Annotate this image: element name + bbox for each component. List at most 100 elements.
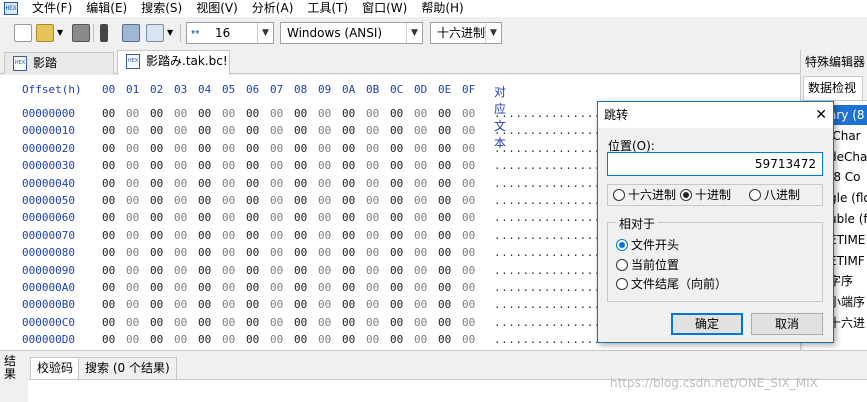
hex-byte[interactable]: 00 [414,159,427,172]
hex-byte[interactable]: 00 [270,159,283,172]
tab-file-2[interactable]: HEX 影踏み.tak.bc! [117,50,230,75]
hex-byte[interactable]: 00 [294,124,307,137]
hex-byte[interactable]: 00 [198,107,211,120]
hex-byte[interactable]: 00 [294,177,307,190]
hex-byte[interactable]: 00 [390,107,403,120]
hex-byte[interactable]: 00 [366,142,379,155]
hex-byte[interactable]: 00 [366,333,379,346]
hex-byte[interactable]: 00 [126,211,139,224]
hex-byte[interactable]: 00 [390,298,403,311]
hex-byte[interactable]: 00 [246,107,259,120]
hex-byte[interactable]: 00 [246,316,259,329]
hex-byte[interactable]: 00 [414,142,427,155]
hex-byte[interactable]: 00 [462,124,475,137]
hex-byte[interactable]: 00 [126,229,139,242]
hex-byte[interactable]: 00 [390,333,403,346]
hex-byte[interactable]: 00 [414,333,427,346]
hex-byte[interactable]: 00 [414,264,427,277]
hex-byte[interactable]: 00 [462,333,475,346]
hex-byte[interactable]: 00 [342,298,355,311]
hex-byte[interactable]: 00 [198,159,211,172]
hex-byte[interactable]: 00 [438,177,451,190]
hex-byte[interactable]: 00 [438,264,451,277]
hex-byte[interactable]: 00 [342,246,355,259]
hex-byte[interactable]: 00 [462,177,475,190]
hex-byte[interactable]: 00 [318,246,331,259]
hex-byte[interactable]: 00 [102,246,115,259]
hex-byte[interactable]: 00 [366,264,379,277]
hex-byte[interactable]: 00 [414,124,427,137]
hex-byte[interactable]: 00 [366,211,379,224]
radio-file-start[interactable]: 文件开头 [616,237,679,253]
inspector-item[interactable]: uble (f [829,209,867,229]
hex-byte[interactable]: 00 [438,298,451,311]
hex-byte[interactable]: 00 [246,333,259,346]
hex-byte[interactable]: 00 [438,333,451,346]
hex-byte[interactable]: 00 [366,107,379,120]
hex-byte[interactable]: 00 [222,264,235,277]
hex-byte[interactable]: 00 [438,142,451,155]
hex-byte[interactable]: 00 [270,194,283,207]
hex-byte[interactable]: 00 [246,281,259,294]
hex-byte[interactable]: 00 [102,281,115,294]
number-base-combo[interactable]: 十六进制 ▼ [430,22,502,44]
hex-byte[interactable]: 00 [150,211,163,224]
hex-byte[interactable]: 00 [198,124,211,137]
hex-byte[interactable]: 00 [294,333,307,346]
hex-byte[interactable]: 00 [342,264,355,277]
hex-byte[interactable]: 00 [126,298,139,311]
menu-file[interactable]: 文件(F) [24,1,78,16]
menu-help[interactable]: 帮助(H) [413,1,469,16]
hex-byte[interactable]: 00 [174,246,187,259]
hex-byte[interactable]: 00 [126,107,139,120]
hex-byte[interactable]: 00 [246,194,259,207]
row-text[interactable]: ................ [494,211,608,224]
inspector-item[interactable]: 小端序 [829,292,865,312]
hex-byte[interactable]: 00 [366,281,379,294]
row-text[interactable]: ................ [494,194,608,207]
hex-byte[interactable]: 00 [174,264,187,277]
hex-byte[interactable]: 00 [150,177,163,190]
hex-byte[interactable]: 00 [126,281,139,294]
row-text[interactable]: ................ [494,124,608,137]
open-folder-icon[interactable] [36,24,54,42]
tab-checksum[interactable]: 校验码 [30,357,81,379]
hex-byte[interactable]: 00 [462,316,475,329]
hex-byte[interactable]: 00 [102,177,115,190]
hex-byte[interactable]: 00 [246,177,259,190]
hex-byte[interactable]: 00 [318,177,331,190]
hex-byte[interactable]: 00 [198,281,211,294]
hex-byte[interactable]: 00 [390,316,403,329]
menu-search[interactable]: 搜索(S) [133,1,188,16]
hex-byte[interactable]: 00 [318,124,331,137]
hex-byte[interactable]: 00 [318,264,331,277]
hex-byte[interactable]: 00 [102,316,115,329]
hex-byte[interactable]: 00 [126,333,139,346]
hex-byte[interactable]: 00 [198,333,211,346]
hex-byte[interactable]: 00 [270,211,283,224]
hex-byte[interactable]: 00 [342,177,355,190]
hex-byte[interactable]: 00 [126,246,139,259]
hex-byte[interactable]: 00 [390,246,403,259]
hex-byte[interactable]: 00 [102,194,115,207]
hex-byte[interactable]: 00 [438,211,451,224]
hex-byte[interactable]: 00 [294,316,307,329]
hex-byte[interactable]: 00 [222,229,235,242]
hex-byte[interactable]: 00 [126,316,139,329]
hex-byte[interactable]: 00 [198,142,211,155]
hex-byte[interactable]: 00 [102,264,115,277]
hex-byte[interactable]: 00 [462,159,475,172]
inspector-item[interactable]: ETIME [829,230,865,250]
hex-byte[interactable]: 00 [174,229,187,242]
hex-byte[interactable]: 00 [270,246,283,259]
hex-byte[interactable]: 00 [294,211,307,224]
tab-file-1[interactable]: HEX 影踏み.tak.bc! [4,52,114,90]
hex-byte[interactable]: 00 [366,229,379,242]
hex-byte[interactable]: 00 [126,177,139,190]
hex-byte[interactable]: 00 [198,298,211,311]
chevron-down-icon[interactable]: ▼ [406,23,422,43]
hex-byte[interactable]: 00 [294,246,307,259]
row-text[interactable]: ................ [494,246,608,259]
radio-current-position[interactable]: 当前位置 [616,257,679,273]
hex-byte[interactable]: 00 [438,124,451,137]
